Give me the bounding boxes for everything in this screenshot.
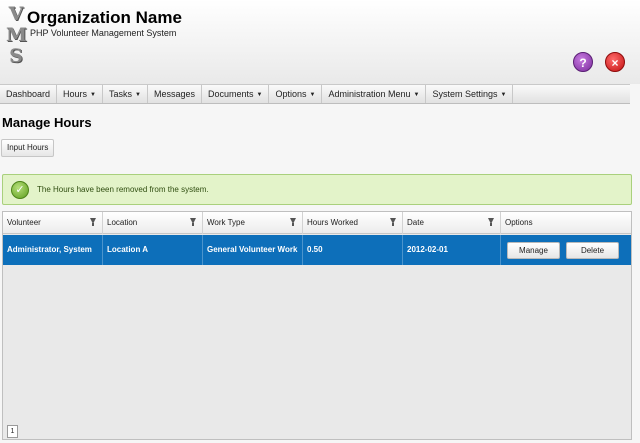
- nav-options[interactable]: Options ▼: [269, 85, 323, 103]
- filter-icon[interactable]: [488, 218, 494, 226]
- cell-hours-worked: 0.50: [303, 235, 403, 265]
- nav-label: Tasks: [109, 89, 133, 99]
- nav-documents[interactable]: Documents ▼: [202, 85, 270, 103]
- grid-header: Volunteer Location Work Type Hours Worke…: [3, 212, 631, 234]
- chevron-down-icon: ▼: [135, 92, 141, 98]
- nav-label: Options: [275, 89, 307, 99]
- close-icon[interactable]: ×: [605, 52, 625, 72]
- filter-icon[interactable]: [390, 218, 396, 226]
- column-label: Hours Worked: [307, 218, 358, 227]
- nav-dashboard[interactable]: Dashboard: [0, 85, 58, 103]
- filter-icon[interactable]: [90, 218, 96, 226]
- app-header: V M S Organization Name PHP Volunteer Ma…: [0, 0, 640, 84]
- column-label: Date: [407, 218, 424, 227]
- column-header-hours-worked[interactable]: Hours Worked: [303, 212, 403, 234]
- main-nav: Dashboard Hours ▼ Tasks ▼ Messages Documen…: [0, 84, 630, 104]
- nav-label: System Settings: [432, 89, 498, 99]
- nav-label: Messages: [153, 89, 195, 99]
- chevron-down-icon: ▼: [413, 92, 420, 98]
- column-header-work-type[interactable]: Work Type: [203, 212, 303, 234]
- chevron-down-icon: ▼: [90, 92, 96, 98]
- success-alert: ✓ The Hours have been removed from the s…: [2, 174, 632, 205]
- organization-name: Organization Name: [27, 8, 182, 27]
- filter-icon[interactable]: [190, 218, 196, 226]
- column-header-date[interactable]: Date: [403, 212, 501, 234]
- column-header-options: Options: [501, 212, 631, 234]
- logo-letter-v: V: [8, 3, 24, 25]
- nav-messages[interactable]: Messages: [148, 85, 202, 103]
- column-header-location[interactable]: Location: [103, 212, 203, 234]
- nav-label: Documents: [208, 89, 254, 99]
- cell-options: Manage Delete: [501, 235, 631, 265]
- alert-message: The Hours have been removed from the sys…: [37, 185, 209, 194]
- system-subtitle: PHP Volunteer Management System: [30, 28, 177, 38]
- cell-work-type: General Volunteer Work: [203, 235, 303, 265]
- help-icon[interactable]: ?: [573, 52, 593, 72]
- nav-label: Dashboard: [6, 89, 51, 99]
- page-title: Manage Hours: [2, 115, 92, 130]
- nav-hours[interactable]: Hours ▼: [57, 85, 103, 103]
- table-row[interactable]: Administrator, System Location A General…: [3, 235, 631, 265]
- cell-location: Location A: [103, 235, 203, 265]
- cell-volunteer: Administrator, System: [3, 235, 103, 265]
- column-label: Options: [505, 218, 533, 227]
- chevron-down-icon: ▼: [500, 92, 507, 98]
- nav-system-settings[interactable]: System Settings ▼: [426, 85, 514, 103]
- vms-logo: V M S: [6, 3, 28, 78]
- delete-button[interactable]: Delete: [566, 241, 619, 259]
- filter-icon[interactable]: [290, 218, 296, 226]
- column-header-volunteer[interactable]: Volunteer: [3, 212, 103, 234]
- input-hours-button[interactable]: Input Hours: [1, 139, 55, 157]
- check-icon: ✓: [11, 181, 29, 199]
- nav-label: Administration Menu: [328, 89, 411, 99]
- logo-letter-m: M: [6, 24, 28, 46]
- pagination-page-button[interactable]: 1: [7, 425, 18, 438]
- manage-button[interactable]: Manage: [507, 241, 560, 259]
- nav-administration-menu[interactable]: Administration Menu ▼: [322, 85, 427, 103]
- cell-date: 2012-02-01: [403, 235, 501, 265]
- nav-tasks[interactable]: Tasks ▼: [103, 85, 148, 103]
- hours-grid: Volunteer Location Work Type Hours Worke…: [2, 211, 632, 440]
- logo-letter-s: S: [9, 45, 23, 67]
- chevron-down-icon: ▼: [309, 92, 316, 98]
- chevron-down-icon: ▼: [256, 92, 263, 98]
- column-label: Work Type: [207, 218, 245, 227]
- nav-label: Hours: [63, 89, 88, 99]
- column-label: Volunteer: [7, 218, 41, 227]
- column-label: Location: [107, 218, 138, 227]
